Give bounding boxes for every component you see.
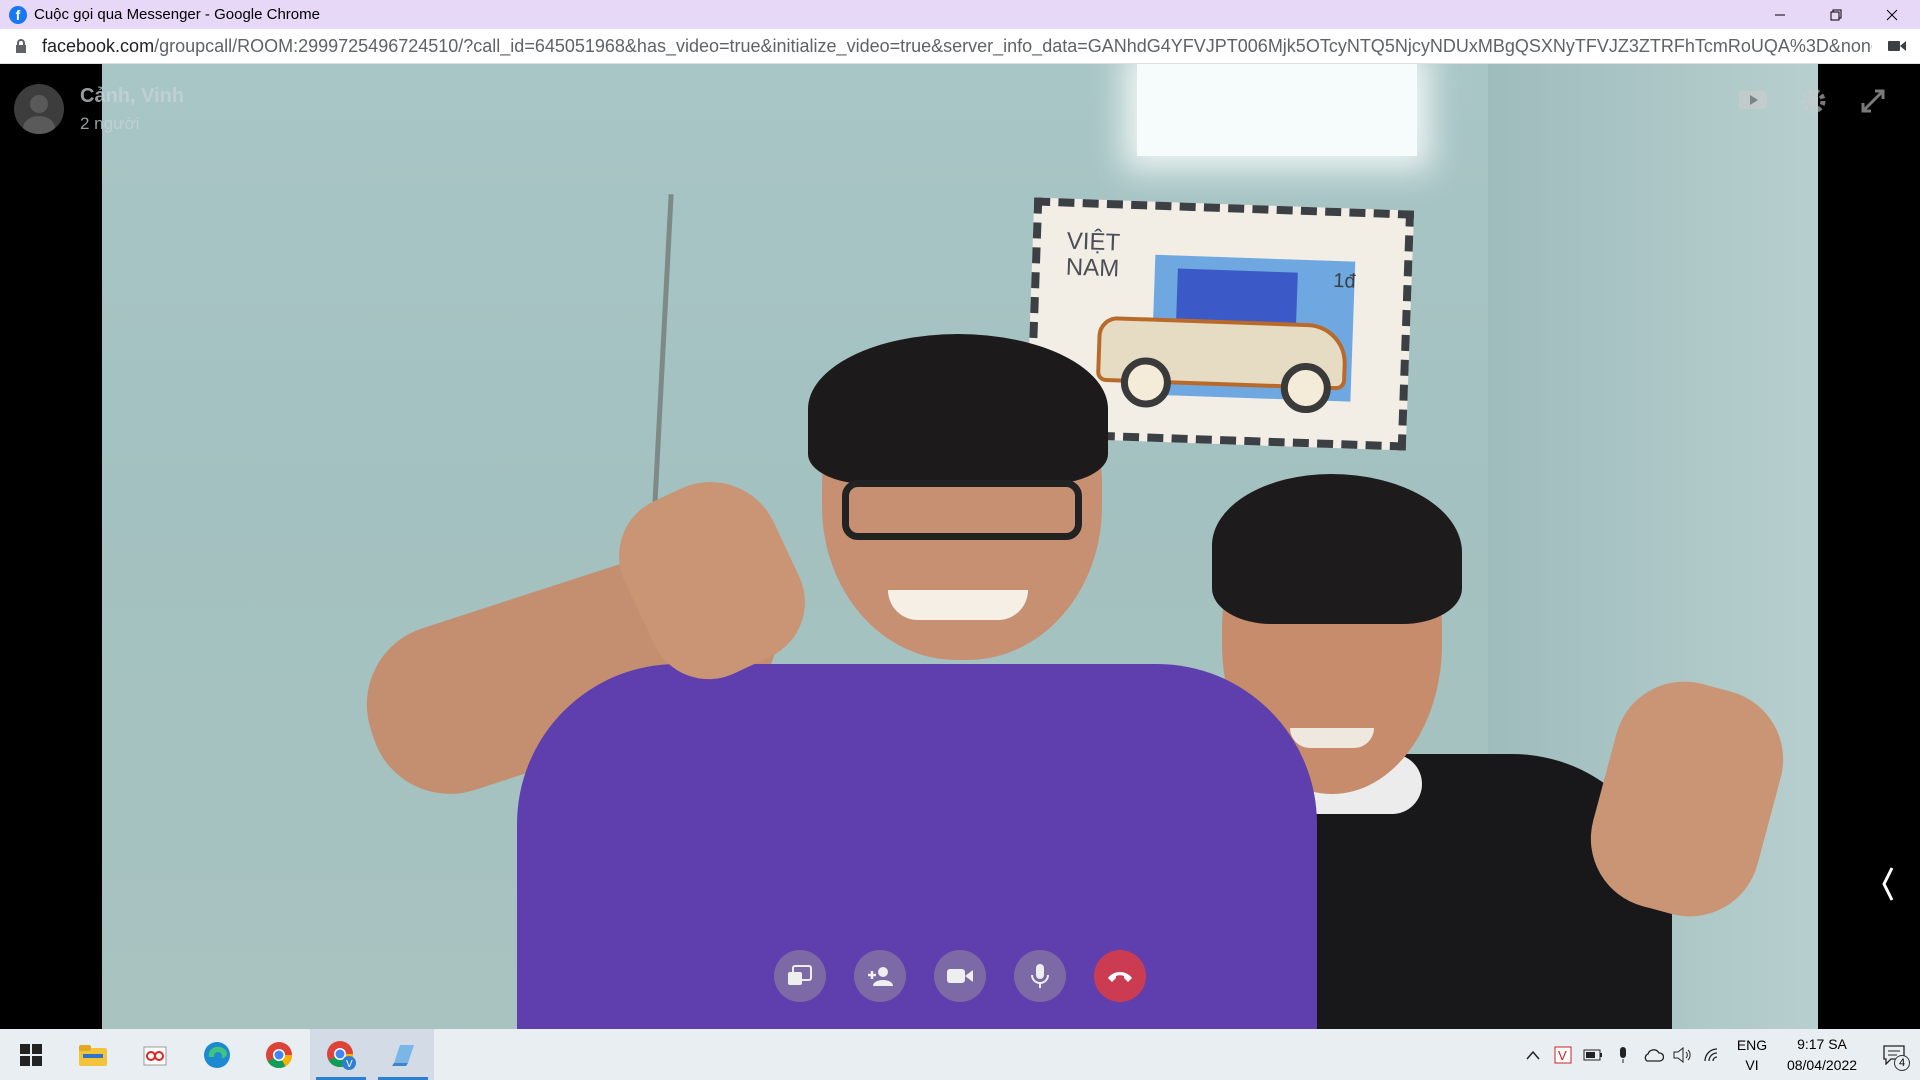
- gear-icon: [1800, 88, 1826, 114]
- expand-sidebar-button[interactable]: [1878, 864, 1898, 904]
- camera-in-use-icon[interactable]: [1888, 39, 1906, 58]
- wifi-icon: [1704, 1047, 1718, 1061]
- chrome-profile-icon: V: [327, 1040, 356, 1070]
- svg-text:V: V: [346, 1059, 353, 1070]
- stamp-wheel: [1120, 356, 1172, 409]
- play-screen-icon: [1739, 91, 1767, 109]
- snip-icon: [143, 1046, 167, 1065]
- call-header: Cảnh, Vinh 2 người: [14, 84, 184, 134]
- microphone-icon: [1031, 964, 1049, 988]
- person-left-hair: [808, 334, 1108, 484]
- share-screen-icon: [788, 965, 812, 985]
- system-tray: V ENG VI 9:17 SA 08/04/2022 4: [1518, 1029, 1920, 1080]
- file-explorer-button[interactable]: [62, 1029, 124, 1080]
- windows-icon: [20, 1043, 42, 1066]
- call-top-controls: [1736, 84, 1890, 118]
- stamp-wheel: [1279, 362, 1332, 414]
- minimize-icon: [1775, 14, 1785, 15]
- cloud-icon: [1644, 1048, 1664, 1062]
- call-title: Cảnh, Vinh: [80, 84, 185, 107]
- share-screen-button[interactable]: [774, 950, 826, 1002]
- window-controls: [1752, 0, 1920, 29]
- chrome-icon: [266, 1041, 293, 1068]
- chevron-up-icon: [1526, 1050, 1540, 1059]
- microphone-tray-icon: [1620, 1046, 1626, 1063]
- call-area: VIỆT NAM 1đ Cảnh, Vinh 2 người: [0, 64, 1920, 1029]
- avatar: [14, 84, 64, 134]
- clock-button[interactable]: 9:17 SA 08/04/2022: [1776, 1034, 1868, 1076]
- snipping-tool-button[interactable]: [124, 1029, 186, 1080]
- video-feed: VIỆT NAM 1đ: [102, 64, 1818, 1029]
- vaccine-shield-icon: V: [1554, 1046, 1572, 1063]
- person-left-glasses: [842, 480, 1082, 540]
- chrome-profile-button[interactable]: V: [310, 1029, 372, 1080]
- battery-icon: [1583, 1049, 1602, 1060]
- expand-icon: [1861, 89, 1885, 113]
- url-host: facebook.com: [42, 35, 155, 56]
- notification-count-badge: 4: [1894, 1055, 1910, 1071]
- end-call-button[interactable]: [1094, 950, 1146, 1002]
- participant-count: 2 người: [80, 113, 140, 133]
- close-icon: [1886, 9, 1898, 20]
- keyboard-layout: VI: [1745, 1056, 1759, 1073]
- window-title: Cuộc gọi qua Messenger - Google Chrome: [34, 6, 320, 23]
- chrome-button[interactable]: [248, 1029, 310, 1080]
- wall-pole: [651, 194, 674, 524]
- hang-up-icon: [1108, 972, 1132, 982]
- camera-toggle-button[interactable]: [934, 950, 986, 1002]
- chevron-left-icon: [1882, 867, 1894, 901]
- start-button[interactable]: [0, 1029, 62, 1080]
- microphone-toggle-button[interactable]: [1014, 950, 1066, 1002]
- facebook-icon: f: [9, 5, 27, 24]
- clock-time: 9:17 SA: [1797, 1035, 1847, 1052]
- speaker-icon: [1673, 1046, 1691, 1063]
- person-right-hair: [1212, 474, 1462, 624]
- antivirus-tray-button[interactable]: V: [1548, 1029, 1578, 1080]
- edge-button[interactable]: [186, 1029, 248, 1080]
- notifications-button[interactable]: 4: [1868, 1029, 1920, 1080]
- window-titlebar: f Cuộc gọi qua Messenger - Google Chrome: [0, 0, 1920, 29]
- input-language-button[interactable]: ENG VI: [1728, 1035, 1776, 1075]
- app-button[interactable]: [372, 1029, 434, 1080]
- url-path: /groupcall/ROOM:2999725496724510/?call_i…: [154, 35, 1872, 56]
- volume-button[interactable]: [1668, 1029, 1698, 1080]
- taskbar: V V ENG VI 9:17 SA 08/04/2022 4: [0, 1029, 1920, 1080]
- url-text[interactable]: facebook.com/groupcall/ROOM:299972549672…: [42, 36, 1872, 57]
- network-button[interactable]: [1698, 1029, 1728, 1080]
- microphone-tray-button[interactable]: [1608, 1029, 1638, 1080]
- close-button[interactable]: [1864, 0, 1920, 29]
- show-hidden-icons-button[interactable]: [1518, 1029, 1548, 1080]
- fullscreen-button[interactable]: [1856, 84, 1890, 118]
- person-left-smile: [888, 590, 1028, 620]
- app-icon: [392, 1044, 414, 1066]
- stamp-country-label: VIỆT NAM: [1065, 227, 1121, 283]
- lock-icon[interactable]: [14, 38, 28, 54]
- language-code: ENG: [1736, 1036, 1768, 1053]
- folder-icon: [79, 1044, 107, 1066]
- svg-text:V: V: [1558, 1048, 1567, 1063]
- settings-button[interactable]: [1796, 84, 1830, 118]
- restore-button[interactable]: [1808, 0, 1864, 29]
- video-camera-icon: [947, 969, 973, 983]
- person-icon: [23, 95, 55, 134]
- onedrive-button[interactable]: [1638, 1029, 1668, 1080]
- add-person-icon: [868, 967, 893, 986]
- battery-button[interactable]: [1578, 1029, 1608, 1080]
- window-light: [1137, 64, 1417, 156]
- edge-icon: [204, 1041, 230, 1068]
- stamp-value-label: 1đ: [1332, 269, 1356, 293]
- restore-icon: [1830, 9, 1842, 20]
- clock-date: 08/04/2022: [1786, 1056, 1858, 1073]
- call-controls: [774, 950, 1146, 1002]
- minimize-button[interactable]: [1752, 0, 1808, 29]
- video-mode-button[interactable]: [1736, 84, 1770, 118]
- add-person-button[interactable]: [854, 950, 906, 1002]
- person-right-smile: [1290, 728, 1374, 748]
- address-bar[interactable]: facebook.com/groupcall/ROOM:299972549672…: [0, 29, 1920, 64]
